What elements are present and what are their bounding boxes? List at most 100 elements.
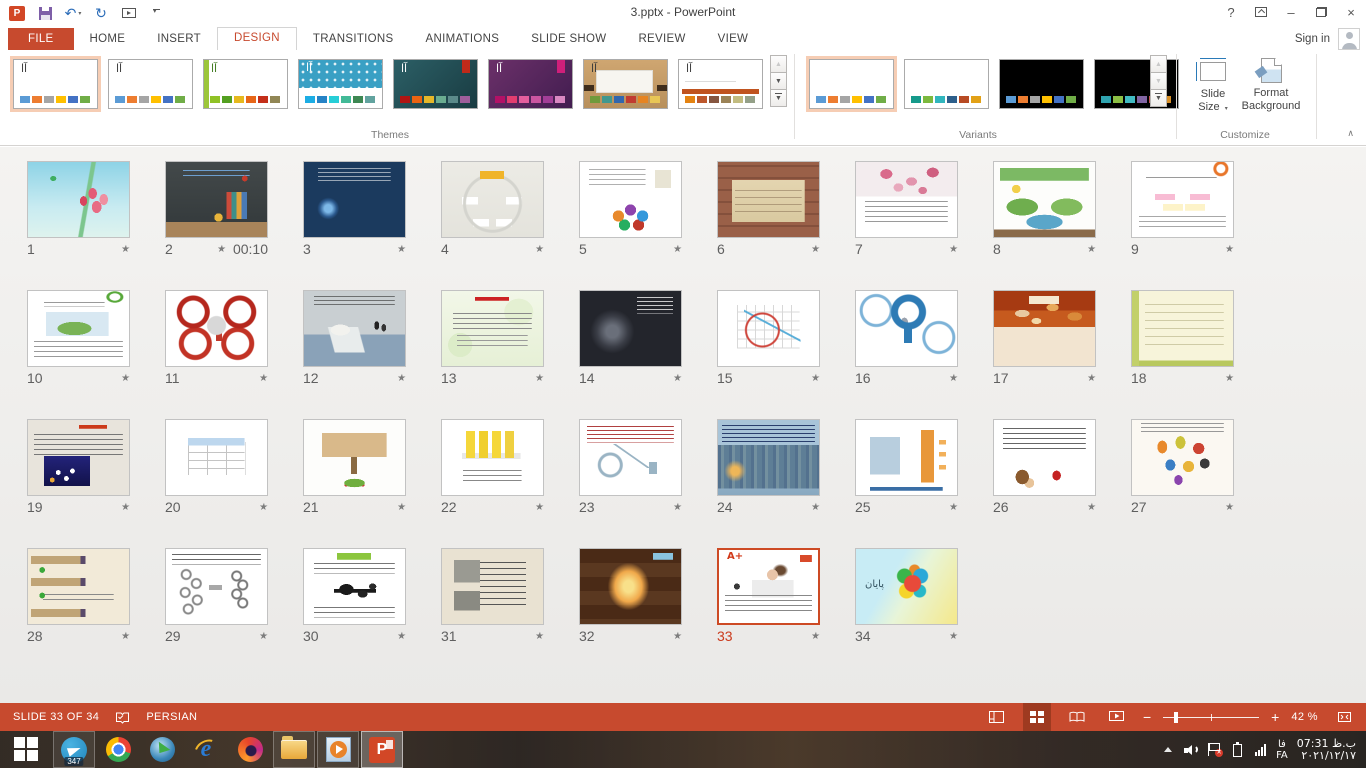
taskbar-powerpoint-button[interactable]: P (361, 731, 403, 768)
slide-thumbnail-20[interactable] (165, 419, 268, 496)
zoom-slider[interactable] (1163, 717, 1259, 718)
taskbar-media-player-button[interactable] (317, 731, 359, 768)
slide-thumbnail-25[interactable] (855, 419, 958, 496)
zoom-in-button[interactable]: + (1271, 710, 1279, 724)
normal-view-button[interactable] (983, 703, 1011, 731)
taskbar-firefox-button[interactable] (229, 731, 271, 768)
account-avatar[interactable] (1338, 28, 1360, 50)
slide-thumbnail-33[interactable]: A+ (717, 548, 820, 625)
theme-thumbnail-wood-type[interactable]: آا (580, 56, 671, 112)
taskbar-internet-explorer-button[interactable]: e (185, 731, 227, 768)
theme-thumbnail-retrospect[interactable]: آا (675, 56, 766, 112)
slide-thumbnail-7[interactable] (855, 161, 958, 238)
slide-thumbnail-9[interactable] (1131, 161, 1234, 238)
sign-in-link[interactable]: Sign in (1295, 33, 1330, 45)
slide-thumbnail-1[interactable] (27, 161, 130, 238)
hidden-icons-chevron-icon[interactable] (1161, 747, 1175, 752)
fit-slide-to-window-button[interactable] (1330, 703, 1358, 731)
action-center-flag-icon[interactable]: ✕ (1207, 743, 1221, 756)
slide-thumbnail-5[interactable] (579, 161, 682, 238)
zoom-level[interactable]: 42 % (1291, 711, 1318, 723)
slide-thumbnail-17[interactable] (993, 290, 1096, 367)
taskbar-file-explorer-button[interactable] (273, 731, 315, 768)
save-button[interactable] (36, 3, 54, 23)
slide-thumbnail-21[interactable] (303, 419, 406, 496)
gallery-scroll-more-button[interactable]: ▼ (1150, 89, 1167, 107)
ribbon-tab-review[interactable]: REVIEW (622, 29, 701, 50)
ribbon-tab-transitions[interactable]: TRANSITIONS (297, 29, 410, 50)
restore-button[interactable] (1306, 0, 1336, 24)
minimize-button[interactable]: – (1276, 0, 1306, 24)
variant-thumbnail-1[interactable] (806, 56, 897, 112)
taskbar-telegram-button[interactable]: 347 (53, 731, 95, 768)
slide-thumbnail-30[interactable] (303, 548, 406, 625)
taskbar-chrome-button[interactable] (97, 731, 139, 768)
slide-thumbnail-23[interactable] (579, 419, 682, 496)
theme-thumbnail-ion-boardroom[interactable]: آا (485, 56, 576, 112)
slide-thumbnail-27[interactable] (1131, 419, 1234, 496)
clock[interactable]: ب.ظ 07:31 ۲۰۲۱/۱۲/۱۷ (1297, 738, 1356, 762)
undo-button[interactable]: ↶▾ (64, 3, 82, 23)
slide-thumbnail-6[interactable] (717, 161, 820, 238)
ribbon-tab-file[interactable]: FILE (8, 28, 74, 50)
slide-thumbnail-4[interactable] (441, 161, 544, 238)
slide-thumbnail-28[interactable] (27, 548, 130, 625)
slide-thumbnail-22[interactable] (441, 419, 544, 496)
ribbon-display-options-button[interactable] (1246, 0, 1276, 24)
slide-thumbnail-15[interactable] (717, 290, 820, 367)
variant-thumbnail-4[interactable] (1091, 56, 1182, 112)
slide-thumbnail-11[interactable] (165, 290, 268, 367)
language-indicator[interactable]: PERSIAN (146, 711, 197, 723)
slide-thumbnail-8[interactable] (993, 161, 1096, 238)
ribbon-tab-design[interactable]: DESIGN (217, 27, 297, 50)
redo-button[interactable]: ↻ (92, 3, 110, 23)
theme-thumbnail-office[interactable]: آا (10, 56, 101, 112)
power-battery-icon[interactable] (1230, 743, 1244, 757)
slide-thumbnail-32[interactable] (579, 548, 682, 625)
slide-indicator[interactable]: SLIDE 33 OF 34 (13, 711, 99, 723)
slide-thumbnail-26[interactable] (993, 419, 1096, 496)
theme-thumbnail-ion[interactable]: آا (390, 56, 481, 112)
slide-show-button[interactable] (1103, 703, 1131, 731)
slide-thumbnail-14[interactable] (579, 290, 682, 367)
theme-thumbnail-office-alt[interactable]: آا (105, 56, 196, 112)
slide-thumbnail-18[interactable] (1131, 290, 1234, 367)
slide-thumbnail-16[interactable] (855, 290, 958, 367)
gallery-scroll-up-button[interactable]: ▲ (1150, 55, 1167, 73)
variant-thumbnail-2[interactable] (901, 56, 992, 112)
taskbar-start-button[interactable] (1, 731, 51, 768)
ribbon-tab-animations[interactable]: ANIMATIONS (410, 29, 516, 50)
taskbar-idm-button[interactable] (141, 731, 183, 768)
ribbon-tab-insert[interactable]: INSERT (141, 29, 217, 50)
variant-thumbnail-3[interactable] (996, 56, 1087, 112)
slide-thumbnail-19[interactable] (27, 419, 130, 496)
gallery-scroll-down-button[interactable]: ▼ (770, 72, 787, 90)
zoom-slider-thumb[interactable] (1174, 712, 1178, 723)
slide-thumbnail-29[interactable] (165, 548, 268, 625)
start-from-beginning-button[interactable] (120, 3, 138, 23)
language-switcher[interactable]: فا FA (1276, 739, 1288, 761)
gallery-scroll-up-button[interactable]: ▲ (770, 55, 787, 73)
slide-size-button[interactable]: Slide Size ▾ (1184, 56, 1242, 132)
volume-icon[interactable] (1184, 744, 1198, 756)
ribbon-tab-slide-show[interactable]: SLIDE SHOW (515, 29, 622, 50)
zoom-out-button[interactable]: − (1143, 710, 1151, 724)
format-background-button[interactable]: Format Background (1236, 56, 1306, 132)
ribbon-tab-home[interactable]: HOME (74, 29, 142, 50)
slide-thumbnail-34[interactable]: پایان (855, 548, 958, 625)
customize-quick-access-button[interactable] (148, 3, 166, 23)
slide-thumbnail-12[interactable] (303, 290, 406, 367)
slide-thumbnail-3[interactable] (303, 161, 406, 238)
ribbon-tab-view[interactable]: VIEW (702, 29, 765, 50)
slide-thumbnail-13[interactable] (441, 290, 544, 367)
help-button[interactable]: ? (1216, 0, 1246, 24)
slide-thumbnail-24[interactable] (717, 419, 820, 496)
gallery-scroll-down-button[interactable]: ▼ (1150, 72, 1167, 90)
proofing-status-icon[interactable] (115, 711, 130, 724)
gallery-scroll-more-button[interactable]: ▼ (770, 89, 787, 107)
slide-thumbnail-10[interactable] (27, 290, 130, 367)
close-button[interactable]: × (1336, 0, 1366, 24)
slide-thumbnail-31[interactable] (441, 548, 544, 625)
slide-sorter-view-button[interactable] (1023, 703, 1051, 731)
theme-thumbnail-integral[interactable]: آا (295, 56, 386, 112)
